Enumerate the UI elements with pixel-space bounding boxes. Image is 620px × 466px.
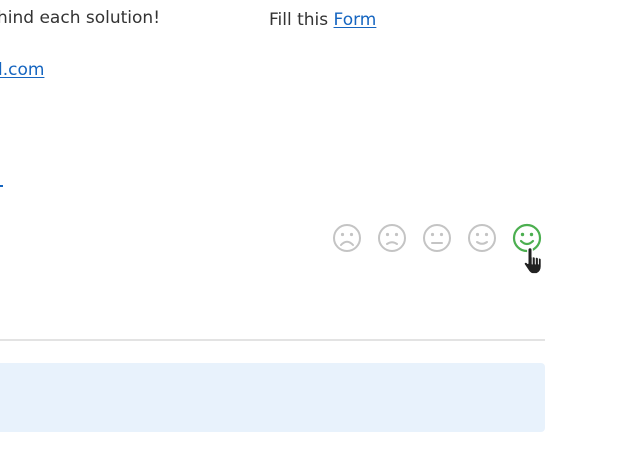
form-link[interactable]: Form [334,10,377,30]
truncated-link-underline[interactable] [0,185,3,187]
frowning-face-icon[interactable] [331,222,363,254]
email-line: l.com [0,59,44,81]
satisfaction-rating [331,222,543,254]
smiling-face-icon[interactable] [511,222,543,254]
slightly-smiling-face-icon[interactable] [466,222,498,254]
neutral-face-icon[interactable] [421,222,453,254]
fill-form-prefix: Fill this [269,10,329,30]
intro-text: hind each solution! [0,8,161,28]
feedback-page: hind each solution! Fill this Form l.com [0,0,620,466]
info-banner [0,363,545,432]
slightly-frowning-face-icon[interactable] [376,222,408,254]
email-link[interactable]: l.com [0,60,44,80]
fill-form-line: Fill this Form [269,9,376,31]
section-divider [0,339,545,341]
